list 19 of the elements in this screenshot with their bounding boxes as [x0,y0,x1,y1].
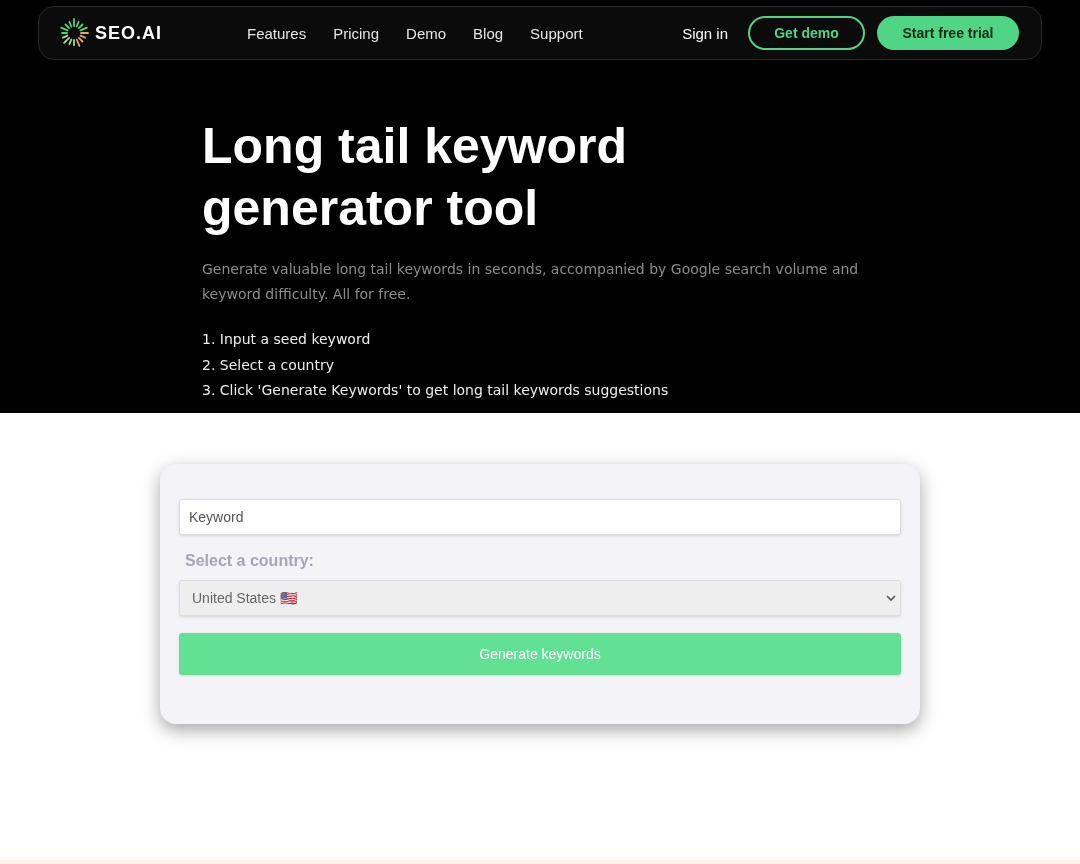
nav-link[interactable]: Demo [406,24,447,42]
country-label: Select a country: [185,551,315,571]
description-text: Generate valuable long tail keywords in seconds, accompanied by Google search volume and keyword difficulty. All for free. [202,260,860,304]
logo-text[interactable]: SEO.AI [95,22,162,44]
chevron-down-icon [886,594,896,602]
nav-link[interactable]: Features [247,24,307,42]
page-title: Long tail keyword generator tool [202,117,629,238]
logo-icon [59,18,89,48]
start-trial-button[interactable]: Start free trial [877,16,1019,50]
get-demo-button[interactable]: Get demo [748,16,865,50]
sign-in-link[interactable]: Sign in [682,24,728,42]
step-text: 1. Input a seed keyword [202,330,372,349]
nav-link[interactable]: Blog [473,24,504,42]
keyword-input-field[interactable]: Keyword [179,499,901,535]
nav-link[interactable]: Support [530,24,583,42]
step-text: 3. Click 'Generate Keywords' to get long tail keywords suggestions [202,381,670,400]
step-text: 2. Select a country [202,355,335,375]
country-dropdown[interactable]: United States 🇺🇸 [179,580,901,616]
nav-link[interactable]: Pricing [333,24,380,42]
